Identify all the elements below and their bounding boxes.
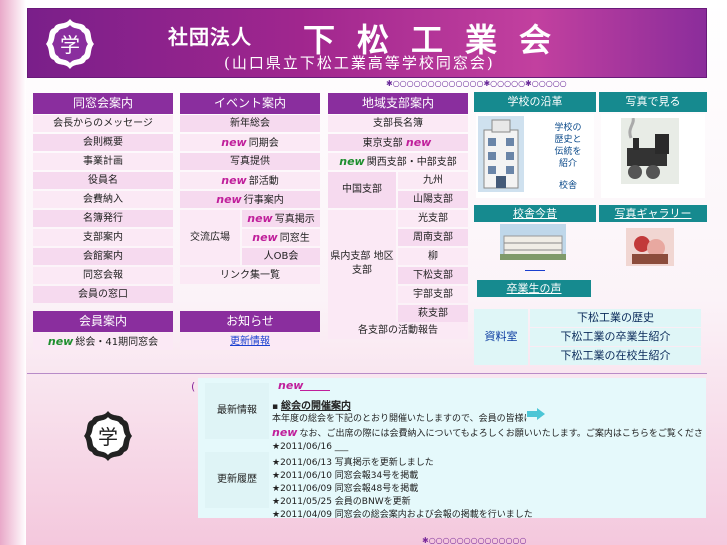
top-notice: ✱○○○○○○○○○○○○○✱○○○○○✱○○○○○ bbox=[386, 79, 567, 88]
col3-item[interactable]: new 関西支部・中部支部 bbox=[328, 153, 468, 170]
col2-item[interactable]: 写真提供 bbox=[180, 153, 320, 170]
col2-sub-item[interactable]: new 写真掲示 bbox=[242, 210, 320, 227]
col3-group2-item[interactable]: 萩支部 bbox=[398, 305, 468, 322]
history-text: 学校の歴史と伝統を紹介校舎 bbox=[548, 122, 588, 196]
col2-sub-label: 交流広場 bbox=[180, 210, 240, 265]
photo-panel bbox=[601, 114, 705, 198]
left-decoration bbox=[0, 0, 26, 545]
history-text-line: 学校の bbox=[554, 123, 582, 133]
teal-header-photos[interactable]: 写真で見る bbox=[599, 92, 707, 112]
col3-group2-item[interactable]: 周南支部 bbox=[398, 229, 468, 246]
svg-text:学: 学 bbox=[98, 425, 118, 449]
col1b-header[interactable]: 会員案内 bbox=[33, 311, 173, 332]
news-new-underline bbox=[300, 390, 330, 391]
news-line-2: new なお、ご出席の際には会費納入についてもよろしくお願いいたします。ご案内はこ… bbox=[272, 426, 702, 439]
history-text-line: 紹介 bbox=[558, 159, 577, 169]
teal-header-gallery[interactable]: 写真ギャラリー bbox=[599, 205, 707, 222]
org-subtitle: (山口県立下松工業高等学校同窓会) bbox=[224, 54, 495, 72]
campus-link-underline bbox=[525, 270, 545, 271]
col3-item[interactable]: 支部長名簿 bbox=[328, 115, 468, 132]
history-text-line: 歴史と bbox=[554, 135, 582, 145]
school-building-icon[interactable] bbox=[478, 116, 524, 192]
col3-header[interactable]: 地域支部案内 bbox=[328, 93, 468, 114]
archive-item[interactable]: 下松工業の歴史 bbox=[530, 309, 701, 327]
gallery-photo-icon[interactable] bbox=[626, 228, 674, 266]
col2-item[interactable]: 新年総会 bbox=[180, 115, 320, 132]
col3-item[interactable]: 各支部の活動報告 bbox=[328, 322, 468, 339]
col1-item[interactable]: 会員の窓口 bbox=[33, 286, 173, 303]
col3-group1-item[interactable]: 山陽支部 bbox=[398, 191, 468, 208]
news-bracket: ( bbox=[191, 380, 196, 393]
col2-header[interactable]: イベント案内 bbox=[180, 93, 320, 114]
news-headline[interactable]: ▪ 総会の開催案内 bbox=[272, 397, 351, 412]
col1b-item[interactable]: new 総会・41期同窓会 bbox=[33, 333, 173, 350]
divider bbox=[27, 373, 707, 374]
latest-news-label: 最新情報 bbox=[205, 383, 269, 439]
bottom-notice: ✱○○○○○○○○○○○○○○ bbox=[422, 536, 527, 545]
col2b-item[interactable]: 更新情報 bbox=[180, 333, 320, 350]
col1-item[interactable]: 役員名 bbox=[33, 172, 173, 189]
col1-item[interactable]: 会則概要 bbox=[33, 134, 173, 151]
col2-item[interactable]: new 部活動 bbox=[180, 172, 320, 189]
col2-sub-item[interactable]: 人OB会 bbox=[242, 248, 320, 265]
col3-group2-item[interactable]: 下松支部 bbox=[398, 267, 468, 284]
col3-group2-item[interactable]: 柳 bbox=[398, 248, 468, 265]
teal-header-history[interactable]: 学校の沿革 bbox=[474, 92, 596, 112]
update-item[interactable]: ★2011/06/10 同窓会報34号を掲載 bbox=[272, 468, 418, 481]
steam-locomotive-icon[interactable] bbox=[621, 118, 679, 184]
col3-group2-item[interactable]: 光支部 bbox=[398, 210, 468, 227]
archive-item[interactable]: 下松工業の卒業生紹介 bbox=[530, 328, 701, 346]
update-item[interactable]: ★2011/06/16 ___ bbox=[272, 442, 348, 452]
col1-item[interactable]: 事業計画 bbox=[33, 153, 173, 170]
col1-item[interactable]: 会費納入 bbox=[33, 191, 173, 208]
update-item[interactable]: ★2011/05/25 会員のBNWを更新 bbox=[272, 494, 411, 507]
col2-item[interactable]: new 同期会 bbox=[180, 134, 320, 151]
col3-item[interactable]: 東京支部 new bbox=[328, 134, 468, 151]
col1-header[interactable]: 同窓会案内 bbox=[33, 93, 173, 114]
update-item[interactable]: ★2011/06/13 写真掲示を更新しました bbox=[272, 455, 434, 468]
col1-item[interactable]: 支部案内 bbox=[33, 229, 173, 246]
school-emblem-large-icon: 学 bbox=[84, 411, 132, 461]
history-panel: 学校の歴史と伝統を紹介校舎 bbox=[476, 114, 594, 198]
history-text-line: 伝統を bbox=[554, 147, 582, 157]
col2-item[interactable]: リンク集一覧 bbox=[180, 267, 320, 284]
col3-group2-item[interactable]: 宇部支部 bbox=[398, 286, 468, 303]
col3-group1-item[interactable]: 九州 bbox=[398, 172, 468, 189]
header-banner: 学 社団法人 下松工業会 (山口県立下松工業高等学校同窓会) bbox=[27, 8, 707, 78]
archive-item[interactable]: 下松工業の在校生紹介 bbox=[530, 347, 701, 365]
col1-item[interactable]: 名簿発行 bbox=[33, 210, 173, 227]
archive-label: 資料室 bbox=[474, 309, 528, 365]
svg-text:学: 学 bbox=[60, 33, 80, 57]
campus-photo-icon[interactable] bbox=[500, 224, 566, 260]
teal-header-campus[interactable]: 校舎今昔 bbox=[474, 205, 596, 222]
history-text-line: 校舎 bbox=[558, 181, 577, 191]
org-type: 社団法人 bbox=[168, 25, 252, 49]
arrow-right-icon[interactable] bbox=[527, 408, 545, 420]
col2-item[interactable]: new 行事案内 bbox=[180, 191, 320, 208]
news-line-1: 本年度の総会を下記のとおり開催いたしますので、会員の皆様にはご出席くださいますよ… bbox=[272, 414, 527, 424]
col1-item[interactable]: 会館案内 bbox=[33, 248, 173, 265]
col1-item[interactable]: 会長からのメッセージ bbox=[33, 115, 173, 132]
col3-group1-label: 中国支部 bbox=[328, 172, 396, 208]
update-item[interactable]: ★2011/06/09 同窓会報48号を掲載 bbox=[272, 481, 418, 494]
col2-sub-item[interactable]: new 同窓生 bbox=[242, 229, 320, 246]
update-item[interactable]: ★2011/04/09 同窓会の総会案内および会報の掲載を行いました bbox=[272, 507, 533, 520]
new-badge: new bbox=[47, 335, 74, 348]
update-history-label: 更新履歴 bbox=[205, 452, 269, 508]
teal-header-voices[interactable]: 卒業生の声 bbox=[477, 280, 591, 297]
school-emblem-icon: 学 bbox=[46, 19, 94, 69]
col3-group2-label: 県内支部 地区支部 bbox=[328, 210, 396, 322]
col2b-header[interactable]: お知らせ bbox=[180, 311, 320, 332]
col1-item[interactable]: 同窓会報 bbox=[33, 267, 173, 284]
